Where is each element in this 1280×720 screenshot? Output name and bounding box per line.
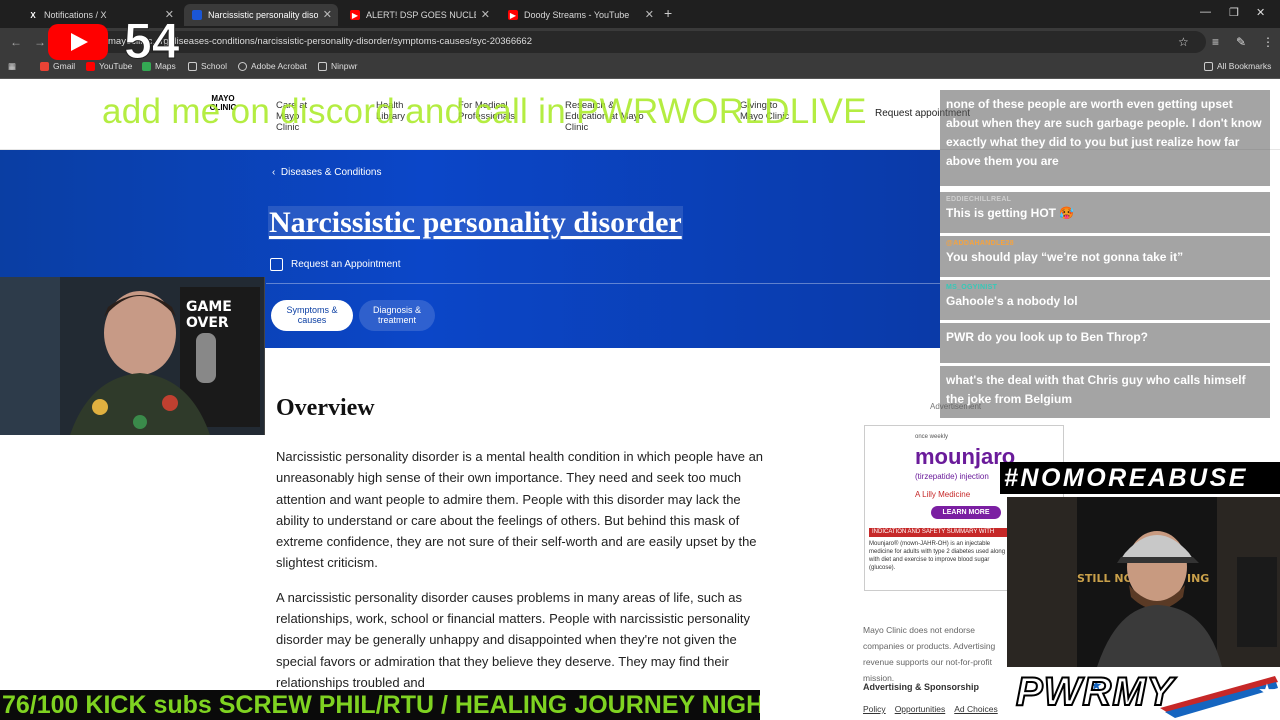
viewer-count: 54	[124, 13, 181, 70]
tab-label: ALERT! DSP GOES NUCLEAR AI	[366, 10, 476, 20]
bookmark-gmail[interactable]: Gmail	[40, 61, 75, 71]
footer-links: Policy Opportunities Ad Choices	[863, 704, 998, 714]
all-bookmarks[interactable]: All Bookmarks	[1204, 61, 1271, 71]
overview-heading: Overview	[276, 395, 375, 421]
tab-doody-streams[interactable]: ▶ Doody Streams - YouTube ✕	[500, 4, 660, 26]
ad-text: once weekly	[915, 434, 949, 440]
tab-diagnosis-treatment[interactable]: Diagnosis & treatment	[359, 300, 435, 331]
back-icon[interactable]: ←	[10, 35, 22, 49]
tab-youtube-alert[interactable]: ▶ ALERT! DSP GOES NUCLEAR AI ✕	[342, 4, 496, 26]
chat-message: MS_OGYINIST Gahoole's a nobody lol	[940, 280, 1270, 320]
gmail-icon	[40, 61, 49, 71]
close-tab-icon[interactable]: ✕	[481, 8, 490, 21]
chat-text: You should play “we’re not gonna take it…	[946, 250, 1184, 264]
chat-text: none of these people are worth even gett…	[946, 97, 1262, 168]
browser-tab-bar: X Notifications / X ✕ Narcissistic perso…	[0, 0, 1280, 28]
svg-text:OVER: OVER	[186, 315, 229, 331]
bookmarks-bar: ▦ Gmail YouTube Maps School Adobe Acroba…	[0, 57, 1280, 79]
discord-overlay-text: add me on discord and call in PWRWORLDLI…	[102, 92, 867, 131]
svg-text:GAME: GAME	[186, 299, 232, 315]
folder-icon	[318, 61, 327, 71]
chat-overlay: none of these people are worth even gett…	[940, 88, 1270, 418]
svg-text:STILL NO: STILL NO	[1077, 572, 1133, 585]
x-icon: X	[30, 10, 36, 20]
youtube-icon: ▶	[350, 10, 360, 20]
policy-link[interactable]: Policy	[863, 704, 886, 714]
folder-icon	[188, 61, 197, 71]
ad-subtitle: (tirzepatide) injection	[915, 472, 989, 481]
guest-webcam: STILL NO ING	[1007, 497, 1280, 667]
youtube-icon	[86, 61, 95, 71]
stream-ticker: 76/100 KICK subs SCREW PHIL/RTU / HEALIN…	[0, 690, 760, 720]
chat-text: Gahoole's a nobody lol	[946, 294, 1078, 308]
apps-icon[interactable]: ▦	[8, 61, 16, 72]
globe-icon	[238, 61, 247, 71]
ad-safety-text: Mounjaro® (mown-JAHR-OH) is an injectabl…	[869, 541, 1006, 571]
chat-username: EDDIECHILLREAL	[946, 196, 1012, 203]
tab-symptoms-causes[interactable]: Symptoms & causes	[271, 300, 353, 331]
chat-message: PWR do you look up to Ben Throp?	[940, 323, 1270, 363]
close-window-icon[interactable]: ✕	[1256, 6, 1265, 19]
close-tab-icon[interactable]: ✕	[323, 8, 332, 21]
youtube-logo-icon	[48, 24, 108, 60]
advertising-heading: Advertising & Sponsorship	[863, 682, 980, 692]
chat-message: EDDIECHILLREAL This is getting HOT 🥵	[940, 192, 1270, 233]
ad-disclaimer: Mayo Clinic does not endorse companies o…	[863, 625, 996, 683]
tab-label: Narcissistic personality disorde	[208, 10, 318, 20]
tab-mayo-clinic[interactable]: Narcissistic personality disorde ✕	[184, 4, 338, 26]
pwrmy-logo-text: PWRMY	[1015, 669, 1175, 715]
browser-toolbar: ← → ↻ mayoclinic.org/diseases-conditions…	[0, 28, 1280, 57]
new-tab-button[interactable]: +	[664, 5, 672, 21]
chat-username: @ADDAHANDLE28	[946, 240, 1014, 247]
chat-text: what's the deal with that Chris guy who …	[946, 373, 1246, 406]
address-bar[interactable]: mayoclinic.org/diseases-conditions/narci…	[96, 31, 1206, 53]
youtube-icon: ▶	[508, 10, 518, 20]
tab-label: Notifications / X	[44, 10, 107, 20]
ad-choices-link[interactable]: Ad Choices	[954, 704, 997, 714]
divider	[266, 283, 940, 284]
chat-message: @ADDAHANDLE28 You should play “we’re not…	[940, 236, 1270, 277]
menu-icon[interactable]: ⋮	[1262, 35, 1274, 49]
breadcrumb[interactable]: ‹ Diseases & Conditions	[272, 167, 382, 178]
chat-message: what's the deal with that Chris guy who …	[940, 366, 1270, 418]
streamer-webcam: GAME OVER	[0, 277, 265, 435]
media-icon[interactable]: ≡	[1212, 35, 1219, 49]
chat-message: none of these people are worth even gett…	[940, 90, 1270, 186]
pwrmy-logo: ★ ★ PWRMY	[1010, 668, 1280, 720]
svg-text:ING: ING	[1187, 572, 1209, 585]
extensions-icon[interactable]: ✎	[1236, 35, 1246, 49]
calendar-icon	[270, 258, 283, 271]
bookmark-adobe[interactable]: Adobe Acrobat	[238, 61, 307, 71]
forward-icon[interactable]: →	[34, 35, 46, 49]
article-content: Overview Narcissistic personality disord…	[276, 395, 776, 693]
paragraph: Narcissistic personality disorder is a m…	[276, 449, 764, 571]
mayo-icon	[192, 10, 202, 20]
paragraph: A narcissistic personality disorder caus…	[276, 589, 750, 690]
tab-label: Doody Streams - YouTube	[524, 10, 630, 20]
chat-text: This is getting HOT 🥵	[946, 206, 1075, 220]
bookmark-star-icon[interactable]: ☆	[1178, 35, 1189, 49]
hashtag-banner: #NOMOREABUSE	[1000, 462, 1280, 494]
minimize-icon[interactable]: —	[1200, 6, 1211, 18]
request-appointment-button[interactable]: Request an Appointment	[270, 258, 401, 271]
close-tab-icon[interactable]: ✕	[645, 8, 654, 21]
chat-text: PWR do you look up to Ben Throp?	[946, 330, 1148, 344]
folder-icon	[1204, 61, 1213, 71]
maximize-icon[interactable]: ❐	[1229, 6, 1239, 19]
svg-text:★: ★	[1258, 679, 1276, 703]
chevron-left-icon: ‹	[272, 167, 281, 178]
page-title: Narcissistic personality disorder	[268, 206, 683, 240]
ad-safety-header: INDICATION AND SAFETY SUMMARY WITH	[869, 528, 1009, 537]
chat-username: MS_OGYINIST	[946, 284, 998, 291]
bookmark-school[interactable]: School	[188, 61, 227, 71]
opportunities-link[interactable]: Opportunities	[895, 704, 946, 714]
learn-more-button[interactable]: LEARN MORE	[931, 506, 1001, 519]
bookmark-ninpwr[interactable]: Ninpwr	[318, 61, 357, 71]
ad-lilly: A Lilly Medicine	[915, 490, 971, 499]
